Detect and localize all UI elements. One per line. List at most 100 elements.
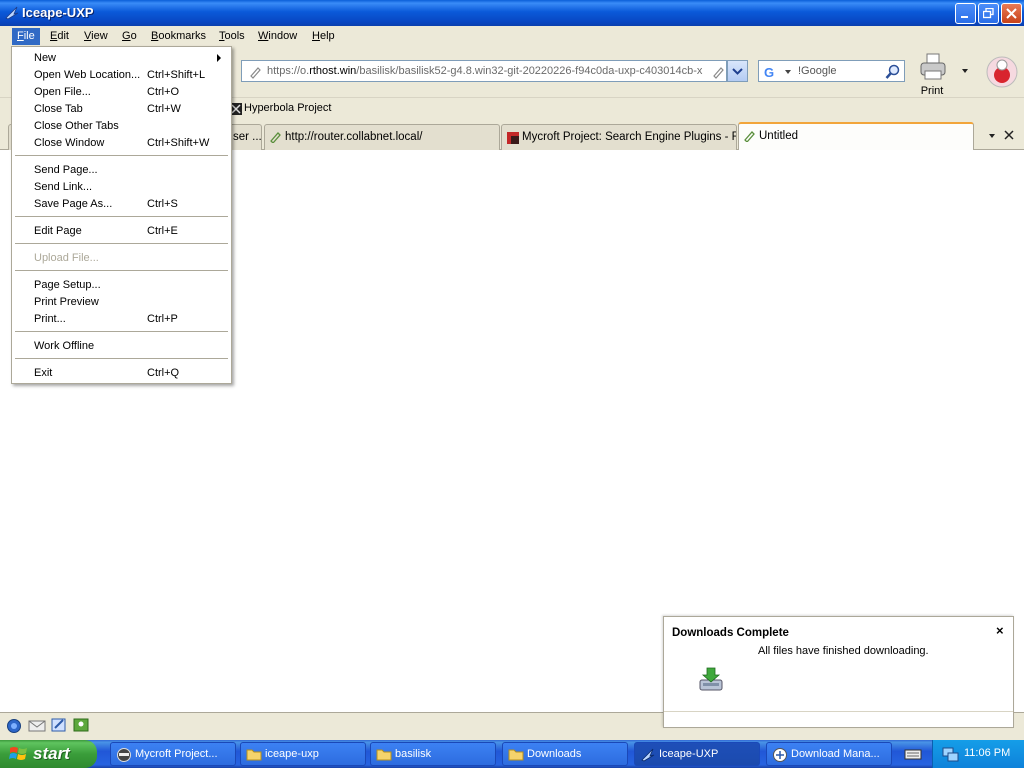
menu-item-work-offline[interactable]: Work Offline xyxy=(12,337,231,354)
tab-title: http://router.collabnet.local/ xyxy=(285,131,423,143)
menu-view[interactable]: View xyxy=(79,28,113,45)
start-button[interactable]: start xyxy=(0,740,97,768)
menu-item-edit-page[interactable]: Edit Page Ctrl+E xyxy=(12,222,231,239)
download-complete-icon xyxy=(699,667,723,691)
menu-window[interactable]: Window xyxy=(253,28,302,45)
bookmark-tag-icon[interactable] xyxy=(711,65,725,79)
print-button[interactable]: Print xyxy=(914,52,950,97)
taskbar: start Mycroft Project... iceape-uxp basi… xyxy=(0,740,1024,768)
menu-item-open-file[interactable]: Open File... Ctrl+O xyxy=(12,83,231,100)
menu-bookmarks[interactable]: Bookmarks xyxy=(146,28,211,45)
task-mycroft[interactable]: Mycroft Project... xyxy=(110,742,236,766)
menu-item-page-setup[interactable]: Page Setup... xyxy=(12,276,231,293)
keyboard-icon[interactable] xyxy=(904,746,922,762)
search-icon[interactable] xyxy=(885,64,901,80)
folder-icon xyxy=(376,749,392,761)
downloads-notification[interactable]: Downloads Complete × All files have fini… xyxy=(663,616,1014,728)
task-iceape-uxp-folder[interactable]: iceape-uxp xyxy=(240,742,366,766)
menu-tools[interactable]: Tools xyxy=(214,28,250,45)
system-tray: 11:06 PM xyxy=(932,740,1024,768)
menu-item-close-tab[interactable]: Close Tab Ctrl+W xyxy=(12,100,231,117)
window-title: Iceape-UXP xyxy=(22,5,94,20)
close-tab-icon[interactable] xyxy=(1004,130,1014,140)
url-bar[interactable]: https://o.rthost.win/basilisk/basilisk52… xyxy=(241,60,727,82)
notification-close-icon[interactable]: × xyxy=(996,623,1004,638)
page-icon xyxy=(744,131,755,142)
menu-separator xyxy=(15,155,228,156)
folder-icon xyxy=(508,749,524,761)
maximize-button[interactable] xyxy=(978,3,999,24)
close-button[interactable] xyxy=(1001,3,1022,24)
menu-item-new[interactable]: New xyxy=(12,49,231,66)
download-manager-icon xyxy=(773,748,787,762)
minimize-icon xyxy=(961,16,968,18)
svg-text:G: G xyxy=(764,65,774,80)
page-icon xyxy=(250,67,261,79)
tab-2[interactable]: http://router.collabnet.local/ xyxy=(264,124,500,150)
search-placeholder: !Google xyxy=(798,65,837,77)
menu-item-exit[interactable]: Exit Ctrl+Q xyxy=(12,364,231,381)
google-engine-icon[interactable]: G xyxy=(764,64,794,80)
notification-message: All files have finished downloading. xyxy=(758,645,929,657)
menu-item-close-window[interactable]: Close Window Ctrl+Shift+W xyxy=(12,134,231,151)
addressbook-icon[interactable] xyxy=(72,717,90,733)
online-status-icon[interactable] xyxy=(6,718,22,734)
composer-icon[interactable] xyxy=(50,717,68,733)
bookmark-label: Hyperbola Project xyxy=(244,102,332,114)
tab-3[interactable]: Mycroft Project: Search Engine Plugins -… xyxy=(501,124,737,150)
task-download-manager[interactable]: Download Mana... xyxy=(766,742,892,766)
tab-list-arrow-icon[interactable] xyxy=(988,132,996,140)
submenu-arrow-icon xyxy=(217,54,221,62)
menu-item-close-other-tabs[interactable]: Close Other Tabs xyxy=(12,117,231,134)
menu-item-save-page-as[interactable]: Save Page As... Ctrl+S xyxy=(12,195,231,212)
url-history-dropdown[interactable] xyxy=(727,60,748,82)
menu-item-print[interactable]: Print... Ctrl+P xyxy=(12,310,231,327)
minimize-button[interactable] xyxy=(955,3,976,24)
windows-logo-icon xyxy=(9,747,27,760)
printer-icon xyxy=(920,53,946,80)
menu-help[interactable]: Help xyxy=(307,28,340,45)
print-dropdown-arrow-icon[interactable] xyxy=(960,66,970,76)
task-downloads-folder[interactable]: Downloads xyxy=(502,742,628,766)
task-iceape-uxp-window[interactable]: Iceape-UXP xyxy=(634,742,760,766)
menu-go[interactable]: Go xyxy=(117,28,142,45)
tab-title: Mycroft Project: Search Engine Plugins -… xyxy=(522,131,737,143)
menu-separator xyxy=(15,331,228,332)
url-text: https://o.rthost.win/basilisk/basilisk52… xyxy=(267,65,703,77)
start-label: start xyxy=(33,744,70,763)
menu-item-send-link[interactable]: Send Link... xyxy=(12,178,231,195)
menu-file[interactable]: File xyxy=(12,28,40,45)
title-bar[interactable]: Iceape-UXP xyxy=(0,0,1024,26)
tab-4-selected[interactable]: Untitled xyxy=(738,122,974,151)
menu-item-open-web-location[interactable]: Open Web Location... Ctrl+Shift+L xyxy=(12,66,231,83)
menu-item-send-page[interactable]: Send Page... xyxy=(12,161,231,178)
folder-icon xyxy=(246,749,262,761)
mycroft-icon xyxy=(507,132,519,144)
iceape-icon xyxy=(641,748,655,762)
print-label: Print xyxy=(920,85,944,97)
menu-bar: File Edit View Go Bookmarks Tools Window… xyxy=(0,26,1024,46)
tab-title: ser ... xyxy=(233,131,262,143)
chevron-down-icon xyxy=(732,68,743,75)
task-basilisk-folder[interactable]: basilisk xyxy=(370,742,496,766)
menu-item-print-preview[interactable]: Print Preview xyxy=(12,293,231,310)
notification-title: Downloads Complete xyxy=(672,627,789,639)
page-icon xyxy=(270,132,281,143)
throbber-icon[interactable] xyxy=(984,54,1020,90)
notification-divider xyxy=(664,711,1013,712)
restore-icon xyxy=(983,8,994,19)
network-icon[interactable] xyxy=(941,745,959,763)
iceape-icon xyxy=(5,6,19,20)
close-icon xyxy=(1006,8,1017,19)
menu-separator xyxy=(15,216,228,217)
clock[interactable]: 11:06 PM xyxy=(964,747,1010,759)
tab-title: Untitled xyxy=(759,130,798,142)
mail-icon[interactable] xyxy=(28,718,46,734)
menu-item-upload-file: Upload File... xyxy=(34,252,99,264)
menu-separator xyxy=(15,358,228,359)
search-box[interactable]: G !Google xyxy=(758,60,905,82)
file-menu-dropdown: New Open Web Location... Ctrl+Shift+L Ope… xyxy=(11,46,232,384)
menu-separator xyxy=(15,243,228,244)
menu-edit[interactable]: Edit xyxy=(45,28,74,45)
raccoon-icon xyxy=(117,748,131,762)
